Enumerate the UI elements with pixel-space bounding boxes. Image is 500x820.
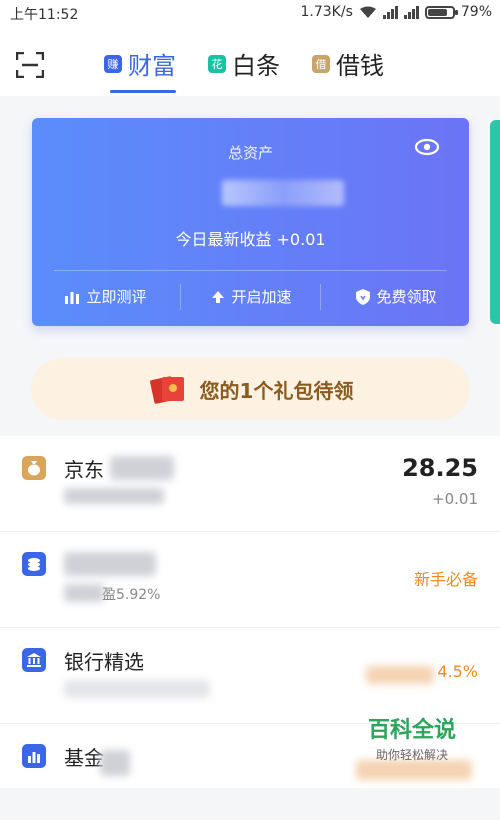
hidden-amount: [222, 180, 344, 206]
item-title: 京东: [64, 458, 104, 482]
bank-icon: [22, 648, 46, 672]
tab-label: 财富: [128, 52, 176, 80]
item-subtitle: 盈5.92%: [102, 587, 161, 603]
card-actions: 立即测评 开启加速 免费领取: [32, 286, 469, 307]
signal-icon: [382, 5, 398, 19]
bar-chart-icon: [65, 291, 80, 304]
action-label: 立即测评: [86, 288, 147, 306]
tab-label: 白条: [232, 52, 280, 80]
tab-label: 借钱: [336, 52, 384, 80]
hidden-text: [64, 488, 164, 504]
borrow-badge-icon: 借: [312, 54, 330, 73]
total-assets-label: 总资产: [227, 144, 273, 162]
action-label: 免费领取: [376, 288, 437, 306]
hidden-text: [64, 680, 210, 698]
hidden-text: [366, 666, 434, 684]
item-value: 28.25: [402, 454, 478, 482]
wifi-icon: [359, 6, 377, 18]
item-tag: 新手必备: [413, 570, 478, 589]
status-time: 上午11:52: [10, 7, 79, 23]
arrow-up-icon: [212, 290, 225, 303]
hidden-text: [110, 456, 174, 480]
list-item[interactable]: 盈5.92% 新手必备: [0, 532, 500, 628]
item-title: 基金: [64, 746, 104, 770]
tab-borrow[interactable]: 借 借钱: [312, 46, 384, 93]
watermark-subtitle: 助你轻松解决: [375, 748, 448, 762]
gift-text: 您的1个礼包待领: [199, 378, 354, 403]
top-header: 赚 财富 花 白条 借 借钱: [0, 28, 500, 96]
action-label: 开启加速: [231, 288, 292, 306]
gift-banner[interactable]: 您的1个礼包待领: [31, 358, 470, 420]
money-bag-icon: [22, 456, 46, 480]
spend-badge-icon: 花: [208, 54, 226, 73]
evaluate-button[interactable]: 立即测评: [64, 286, 147, 307]
red-envelope-icon: [149, 376, 184, 404]
hidden-text: [356, 760, 472, 780]
list-item[interactable]: 银行精选 4.5%: [0, 628, 500, 724]
shield-icon: [356, 288, 371, 305]
next-card-peek[interactable]: [490, 120, 500, 324]
item-value-change: +0.01: [432, 490, 478, 508]
hidden-text: [64, 552, 156, 576]
eye-icon[interactable]: [414, 138, 440, 156]
card-divider: [54, 270, 447, 271]
fund-chart-icon: [22, 744, 46, 768]
tab-baitiao[interactable]: 花 白条: [208, 46, 280, 93]
item-rate: 4.5%: [437, 662, 478, 681]
hidden-text: [100, 750, 130, 776]
signal-icon: [403, 5, 419, 19]
coin-stack-icon: [22, 552, 46, 576]
item-title: 银行精选: [64, 650, 144, 674]
asset-card[interactable]: 总资产 今日最新收益 +0.01 立即测评 开启加速 免费领取: [32, 118, 469, 326]
watermark-title: 百科全说: [367, 718, 456, 743]
earn-badge-icon: 赚: [104, 54, 122, 73]
battery-icon: [424, 5, 458, 19]
today-earnings: 今日最新收益 +0.01: [175, 230, 326, 249]
status-bar: 上午11:52 1.73K/s 79%: [0, 0, 500, 28]
tab-wealth[interactable]: 赚 财富: [104, 46, 176, 93]
tab-bar: 赚 财富 花 白条 借 借钱: [104, 46, 384, 93]
watermark: 百科全说 助你轻松解决: [352, 712, 472, 763]
battery-percent: 79%: [460, 4, 492, 20]
scan-icon[interactable]: [15, 51, 45, 79]
free-claim-button[interactable]: 免费领取: [356, 286, 437, 307]
network-speed: 1.73K/s: [300, 4, 353, 20]
hidden-text: [64, 584, 104, 602]
list-item[interactable]: 京东 28.25 +0.01: [0, 436, 500, 532]
accelerate-button[interactable]: 开启加速: [211, 286, 292, 307]
